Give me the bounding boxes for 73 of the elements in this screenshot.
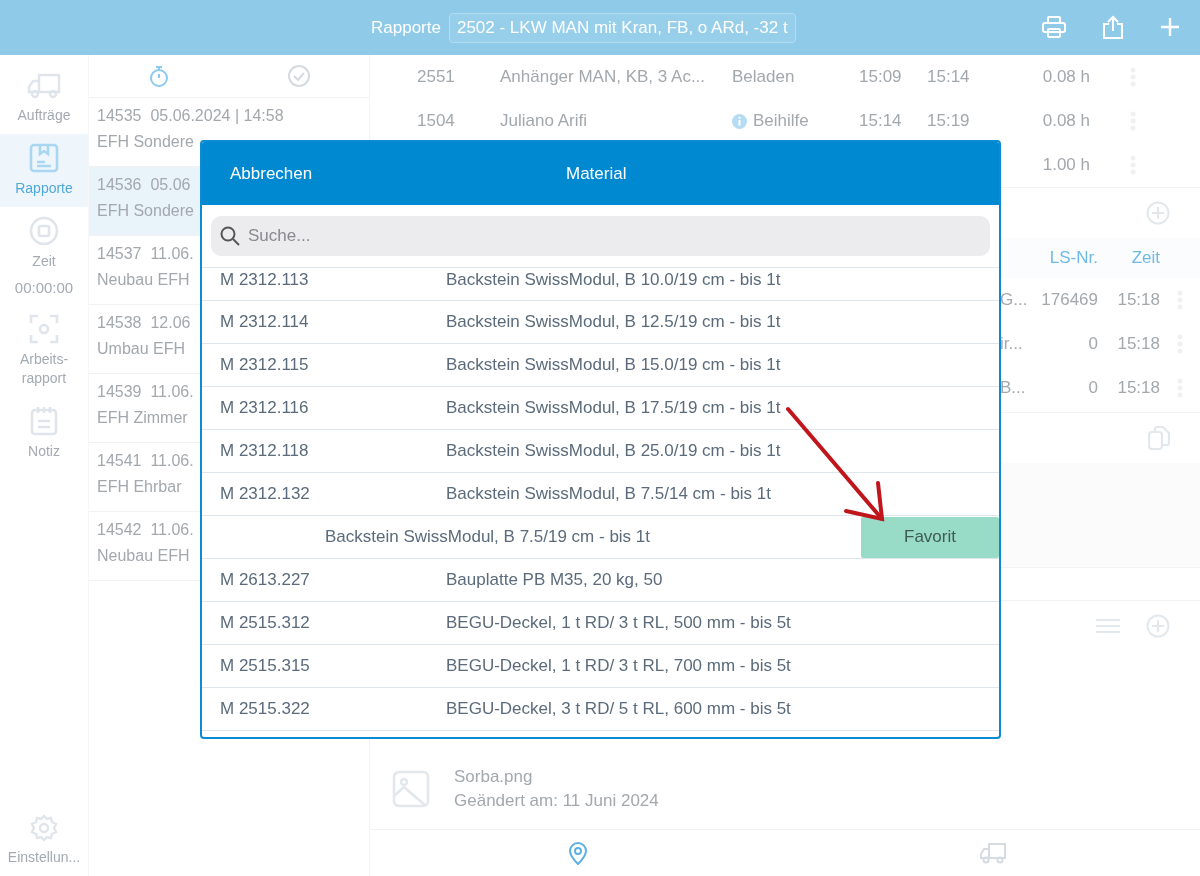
file-date: Geändert am: 11 Juni 2024 xyxy=(454,791,659,811)
add-circle-icon[interactable] xyxy=(1146,614,1170,638)
report-title: EFH Zimmer xyxy=(97,409,188,427)
material-row[interactable]: M 2312.114 Backstein SwissModul, B 12.5/19 cm - bis 1t xyxy=(202,301,999,344)
material-row[interactable]: Backstein SwissModul, B 7.5/19 cm - bis 1t xyxy=(325,527,861,547)
table-cell-text: Anhänger MAN, KB, 3 Ac... xyxy=(500,67,707,87)
report-title: EFH Sondere xyxy=(97,133,194,151)
table-cell-text: 15:09 xyxy=(859,67,903,87)
report-header: 14535 05.06.2024 | 14:58 xyxy=(97,107,284,125)
table-cell-text: 0.08 h xyxy=(1041,111,1090,131)
table-cell-text: 15:19 xyxy=(927,111,971,131)
table-cell-text: 0.08 h xyxy=(1041,67,1090,87)
settings-icon xyxy=(30,814,58,842)
report-title: EFH Sondere xyxy=(97,202,194,220)
table-cell: Beihilfe xyxy=(753,111,809,131)
timer-reading: 00:00:00 xyxy=(14,279,74,296)
table-cell-text: 1.00 h xyxy=(1041,155,1090,175)
table-cell-text: 0 xyxy=(1087,334,1098,354)
focus-icon xyxy=(29,314,59,344)
dialog-title: Material xyxy=(566,163,627,184)
image-icon xyxy=(392,770,430,808)
report-title: Neubau EFH xyxy=(97,547,190,565)
report-header: 14541 11.06. xyxy=(97,452,194,470)
material-row[interactable]: M 2312.113 Backstein SwissModul, B 10.0/19 cm - bis 1t xyxy=(202,268,999,301)
report-title: EFH Ehrbar xyxy=(97,478,182,496)
material-row[interactable]: M 2515.315 BEGU-Deckel, 1 t RD/ 3 t RL, 700 mm - bis 5t xyxy=(202,645,999,688)
report-title: Umbau EFH xyxy=(97,340,186,358)
table-cell-text: 15:18 xyxy=(1116,290,1160,310)
material-row[interactable]: M 2515.322 BEGU-Deckel, 3 t RD/ 5 t RL, 600 mm - bis 5t xyxy=(202,688,999,731)
stop-icon xyxy=(29,216,59,246)
stopwatch-icon xyxy=(149,65,169,87)
table-cell-text: 15:18 xyxy=(1116,334,1160,354)
report-header: 14538 12.06 xyxy=(97,314,191,332)
report-header: 14539 11.06. xyxy=(97,383,194,401)
notepad-icon xyxy=(30,406,58,436)
info-icon[interactable] xyxy=(732,113,747,129)
favorite-button[interactable]: Favorit xyxy=(861,516,999,558)
material-row[interactable]: M 2312.118 Backstein SwissModul, B 25.0/19 cm - bis 1t xyxy=(202,430,999,473)
add-circle-icon[interactable] xyxy=(1146,201,1170,225)
file-name: Sorba.png xyxy=(454,767,534,787)
add-icon[interactable] xyxy=(1160,17,1180,37)
print-icon[interactable] xyxy=(1042,16,1066,38)
report-icon xyxy=(29,143,59,173)
table-cell-text: 15:14 xyxy=(859,111,903,131)
table-cell-text: 15:14 xyxy=(927,67,971,87)
table-cell-text: B... xyxy=(1000,378,1027,398)
report-title: Neubau EFH xyxy=(97,271,190,289)
column-header: Zeit xyxy=(1130,248,1160,268)
menu-icon[interactable] xyxy=(1096,618,1120,634)
material-row[interactable]: M 2515.312 BEGU-Deckel, 1 t RD/ 3 t RL, 500 mm - bis 5t xyxy=(202,602,999,645)
search-field[interactable]: Suche... xyxy=(211,216,990,256)
table-cell-text: 2551 xyxy=(417,67,456,87)
table-cell-text: Juliano Arifi xyxy=(500,111,588,131)
table-cell-text: 176469 xyxy=(1040,290,1098,310)
share-icon[interactable] xyxy=(1102,15,1124,39)
check-circle-icon xyxy=(287,64,311,88)
report-header: 14537 11.06. xyxy=(97,245,194,263)
truck-icon xyxy=(27,72,61,100)
table-cell-text: 0 xyxy=(1087,378,1098,398)
material-row[interactable]: M 2312.116 Backstein SwissModul, B 17.5/19 cm - bis 1t xyxy=(202,387,999,430)
copy-icon[interactable] xyxy=(1148,426,1170,450)
table-cell-text: ir... xyxy=(1000,334,1024,354)
column-header: LS-Nr. xyxy=(1048,248,1098,268)
page-title: Rapporte xyxy=(371,17,441,38)
table-cell: Beladen xyxy=(732,67,795,87)
material-row[interactable]: M 2312.115 Backstein SwissModul, B 15.0/19 cm - bis 1t xyxy=(202,344,999,387)
table-cell-text: 15:18 xyxy=(1116,378,1160,398)
material-row[interactable]: M 2312.132 Backstein SwissModul, B 7.5/14 cm - bis 1t xyxy=(202,473,999,516)
report-header: 14536 05.06 xyxy=(97,176,191,194)
report-header: 14542 11.06. xyxy=(97,521,194,539)
material-row[interactable]: M 2613.227 Bauplatte PB M35, 20 kg, 50 xyxy=(202,559,999,602)
table-cell-text: G... xyxy=(1000,290,1029,310)
table-cell-text: 1504 xyxy=(417,111,456,131)
